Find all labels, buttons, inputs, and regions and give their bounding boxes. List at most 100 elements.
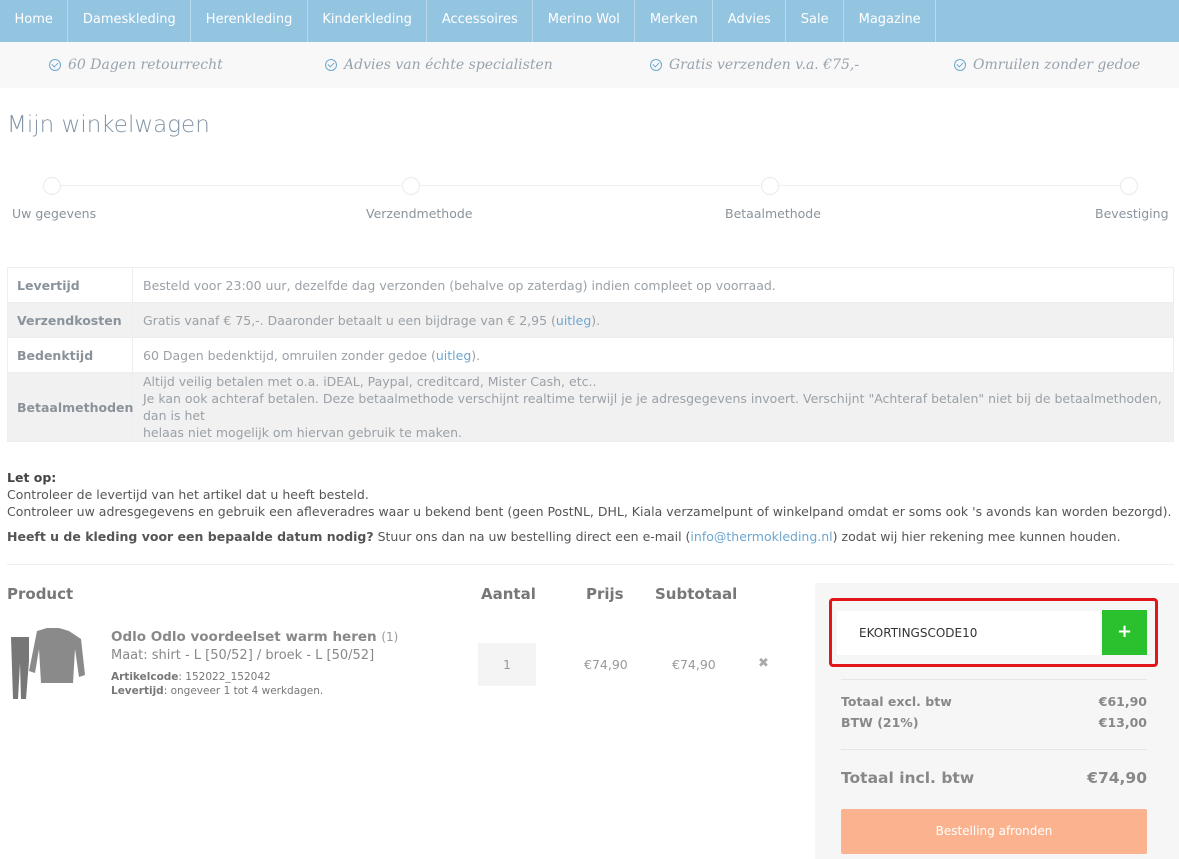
page-title: Mijn winkelwagen <box>7 112 210 138</box>
nav-sale[interactable]: Sale <box>786 0 845 42</box>
summary-label: Totaal excl. btw <box>841 694 952 709</box>
total-incl-row: Totaal incl. btw €74,90 <box>841 769 1147 787</box>
notes-text: Stuur ons dan na uw bestelling direct ee… <box>373 529 691 544</box>
nav-advies[interactable]: Advies <box>713 0 787 42</box>
info-key: Levertijd <box>8 268 133 302</box>
apply-discount-button[interactable]: + <box>1102 610 1147 655</box>
step-label-bevestiging: Bevestiging <box>1095 206 1169 221</box>
usp-item: Gratis verzenden v.a. €75,- <box>650 57 859 73</box>
usp-label: 60 Dagen retourrecht <box>68 57 223 73</box>
info-key: Verzendkosten <box>8 303 133 337</box>
summary-value: €61,90 <box>1098 694 1147 709</box>
usp-item: Omruilen zonder gedoe <box>954 57 1140 73</box>
nav-magazine[interactable]: Magazine <box>844 0 937 42</box>
meta-value: : 152022_152042 <box>178 671 271 683</box>
product-price: €74,90 <box>584 657 628 672</box>
total-value: €74,90 <box>1087 769 1147 787</box>
info-row: Levertijd Besteld voor 23:00 uur, dezelf… <box>8 268 1173 303</box>
info-value: 60 Dagen bedenktijd, omruilen zonder ged… <box>133 338 1173 372</box>
main-nav: Home Dameskleding Herenkleding Kinderkle… <box>0 0 1179 42</box>
info-text: Je kan ook achteraf betalen. Deze betaal… <box>143 391 1162 423</box>
nav-herenkleding[interactable]: Herenkleding <box>191 0 308 42</box>
divider <box>7 564 1174 565</box>
step-dot <box>761 177 779 195</box>
col-header-aantal: Aantal <box>481 585 536 603</box>
uitleg-link[interactable]: uitleg <box>436 348 471 363</box>
info-text-part: ). <box>591 312 601 328</box>
info-row: Verzendkosten Gratis vanaf € 75,-. Daaro… <box>8 303 1173 338</box>
product-name[interactable]: Odlo Odlo voordeelset warm heren (1) <box>111 629 398 645</box>
col-header-subtotaal: Subtotaal <box>655 585 738 603</box>
remove-item-icon[interactable]: ✖ <box>758 656 769 671</box>
nav-kinderkleding[interactable]: Kinderkleding <box>308 0 428 42</box>
info-text: 60 Dagen bedenktijd, omruilen zonder ged… <box>143 347 1163 364</box>
nav-merino-wol[interactable]: Merino Wol <box>533 0 636 42</box>
meta-label: Artikelcode <box>111 671 179 683</box>
checkout-steps-line <box>52 185 1128 186</box>
info-text: Gratis vanaf € 75,-. Daaronder betaalt u… <box>143 312 1163 329</box>
step-dot <box>402 177 420 195</box>
checkout-button[interactable]: Bestelling afronden <box>841 809 1147 854</box>
info-text-part: 60 Dagen bedenktijd, omruilen zonder ged… <box>143 347 436 363</box>
col-header-product: Product <box>7 585 74 603</box>
info-value: Altijd veilig betalen met o.a. iDEAL, Pa… <box>133 373 1173 441</box>
usp-label: Omruilen zonder gedoe <box>973 57 1141 73</box>
nav-accessoires[interactable]: Accessoires <box>427 0 534 42</box>
product-name-text[interactable]: Odlo Odlo voordeelset warm heren <box>111 629 377 645</box>
product-article-code: Artikelcode: 152022_152042 <box>111 671 271 683</box>
notes-heading: Let op: <box>7 470 57 485</box>
nav-dameskleding[interactable]: Dameskleding <box>68 0 192 42</box>
check-circle-icon <box>954 59 966 71</box>
step-dot <box>1120 177 1138 195</box>
notes-line: Controleer uw adresgegevens en gebruik e… <box>7 504 1172 519</box>
check-circle-icon <box>49 59 61 71</box>
product-delivery-time: Levertijd: ongeveer 1 tot 4 werkdagen. <box>111 685 323 697</box>
subtotal-excl-row: Totaal excl. btw €61,90 <box>841 694 1147 709</box>
info-value: Gratis vanaf € 75,-. Daaronder betaalt u… <box>133 303 1173 337</box>
nav-merken[interactable]: Merken <box>635 0 714 42</box>
notes-text: ) zodat wij hier rekening mee kunnen hou… <box>832 529 1121 544</box>
usp-item: 60 Dagen retourrecht <box>49 57 223 73</box>
usp-label: Gratis verzenden v.a. €75,- <box>669 57 860 73</box>
usp-bar: 60 Dagen retourrecht Advies van échte sp… <box>0 42 1179 88</box>
usp-item: Advies van échte specialisten <box>325 57 553 73</box>
info-key: Betaalmethoden <box>8 373 133 441</box>
info-text: Besteld voor 23:00 uur, dezelfde dag ver… <box>143 277 776 293</box>
step-label-verzendmethode: Verzendmethode <box>366 206 473 221</box>
discount-code-input[interactable] <box>837 611 1100 655</box>
meta-label: Levertijd <box>111 685 164 697</box>
vat-row: BTW (21%) €13,00 <box>841 715 1147 730</box>
info-key: Bedenktijd <box>8 338 133 372</box>
check-circle-icon <box>650 59 662 71</box>
step-label-gegevens: Uw gegevens <box>12 206 97 221</box>
col-header-prijs: Prijs <box>586 585 624 603</box>
step-dot <box>43 177 61 195</box>
step-label-betaalmethode: Betaalmethode <box>725 206 821 221</box>
info-text: Altijd veilig betalen met o.a. iDEAL, Pa… <box>143 374 597 389</box>
notes: Let op: Controleer de levertijd van het … <box>7 469 1171 520</box>
meta-value: : ongeveer 1 tot 4 werkdagen. <box>163 685 324 697</box>
usp-label: Advies van échte specialisten <box>344 57 553 73</box>
notes-line: Controleer de levertijd van het artikel … <box>7 487 369 502</box>
divider <box>841 749 1147 750</box>
info-value: Besteld voor 23:00 uur, dezelfde dag ver… <box>133 268 1173 302</box>
summary-value: €13,00 <box>1098 715 1147 730</box>
info-text-part: ). <box>471 347 481 363</box>
total-label: Totaal incl. btw <box>841 769 975 787</box>
product-subtotal: €74,90 <box>672 657 716 672</box>
product-image[interactable] <box>7 625 87 701</box>
quantity-field[interactable]: 1 <box>478 643 536 686</box>
notes-question: Heeft u de kleding voor een bepaalde dat… <box>7 529 1121 544</box>
summary-label: BTW (21%) <box>841 715 919 730</box>
product-size: Maat: shirt - L [50/52] / broek - L [50/… <box>111 648 375 663</box>
info-row: Betaalmethoden Altijd veilig betalen met… <box>8 373 1173 441</box>
info-text-part: Gratis vanaf € 75,-. Daaronder betaalt u… <box>143 312 556 328</box>
email-link[interactable]: info@thermokleding.nl <box>690 529 832 544</box>
uitleg-link[interactable]: uitleg <box>556 313 591 328</box>
info-text: helaas niet mogelijk om hiervan gebruik … <box>143 425 462 440</box>
product-count: (1) <box>381 630 399 644</box>
nav-home[interactable]: Home <box>0 0 69 42</box>
check-circle-icon <box>325 59 337 71</box>
notes-question-bold: Heeft u de kleding voor een bepaalde dat… <box>7 529 374 544</box>
info-table: Levertijd Besteld voor 23:00 uur, dezelf… <box>7 267 1174 442</box>
